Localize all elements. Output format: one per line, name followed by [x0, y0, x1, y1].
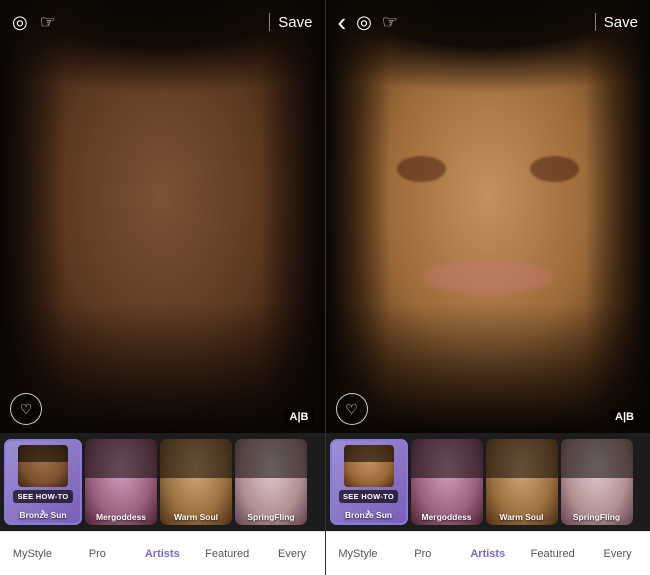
right-carousel-item-spring-fling[interactable]: SpringFling	[561, 439, 633, 525]
right-save-button[interactable]: Save	[604, 14, 638, 31]
right-tab-artists[interactable]: Artists	[455, 548, 520, 560]
right-carousel: SEE HOW-TO › Bronze Sun Mergoddess Warm …	[326, 433, 650, 531]
right-heart-button[interactable]: ♡	[336, 393, 368, 425]
right-carousel-item-warm-soul[interactable]: Warm Soul	[486, 439, 558, 525]
left-save-button[interactable]: Save	[278, 14, 312, 31]
right-hand-icon[interactable]: ☞	[382, 12, 398, 33]
left-spring-fling-label: SpringFling	[235, 512, 307, 522]
right-spring-fling-label: SpringFling	[561, 512, 633, 522]
right-bronze-sun-label: Bronze Sun	[332, 510, 406, 520]
right-back-button[interactable]: ‹	[338, 9, 347, 35]
left-tab-artists[interactable]: Artists	[130, 548, 195, 560]
left-carousel: SEE HOW-TO › Bronze Sun Mergoddess Warm …	[0, 433, 325, 531]
right-mergoddess-label: Mergoddess	[411, 512, 483, 522]
left-tab-every[interactable]: Every	[260, 548, 325, 560]
right-top-bar: ‹ ◎ ☞ Save	[326, 0, 650, 44]
left-tab-mystyle[interactable]: MyStyle	[0, 548, 65, 560]
left-tab-featured[interactable]: Featured	[195, 548, 260, 560]
right-ab-badge[interactable]: A|B	[609, 409, 640, 425]
right-tab-featured[interactable]: Featured	[520, 548, 585, 560]
left-panel: ◎ ☞ Save ♡ A|B	[0, 0, 326, 575]
right-face-icon[interactable]: ◎	[356, 12, 372, 33]
right-tab-every[interactable]: Every	[585, 548, 650, 560]
right-heart-icon: ♡	[345, 401, 358, 418]
left-heart-icon: ♡	[20, 401, 33, 418]
right-warm-soul-label: Warm Soul	[486, 512, 558, 522]
left-face-icon[interactable]: ◎	[12, 12, 28, 33]
left-warm-soul-label: Warm Soul	[160, 512, 232, 522]
right-panel: ‹ ◎ ☞ Save ♡ A|B	[326, 0, 650, 575]
left-carousel-item-warm-soul[interactable]: Warm Soul	[160, 439, 232, 525]
left-ab-badge[interactable]: A|B	[284, 409, 315, 425]
left-tab-bar: MyStyle Pro Artists Featured Every	[0, 531, 325, 575]
left-carousel-item-mergoddess[interactable]: Mergoddess	[85, 439, 157, 525]
right-carousel-item-mergoddess[interactable]: Mergoddess	[411, 439, 483, 525]
right-photo-area: ‹ ◎ ☞ Save ♡ A|B	[326, 0, 650, 433]
left-see-how-to-badge: SEE HOW-TO	[13, 490, 72, 503]
left-tab-pro[interactable]: Pro	[65, 548, 130, 560]
right-carousel-item-bronze-sun[interactable]: SEE HOW-TO › Bronze Sun	[330, 439, 408, 525]
right-tab-mystyle[interactable]: MyStyle	[326, 548, 391, 560]
left-top-bar: ◎ ☞ Save	[0, 0, 325, 44]
left-carousel-item-spring-fling[interactable]: SpringFling	[235, 439, 307, 525]
left-hand-icon[interactable]: ☞	[40, 12, 56, 33]
left-heart-button[interactable]: ♡	[10, 393, 42, 425]
left-carousel-item-bronze-sun[interactable]: SEE HOW-TO › Bronze Sun	[4, 439, 82, 525]
left-mergoddess-label: Mergoddess	[85, 512, 157, 522]
right-tab-pro[interactable]: Pro	[390, 548, 455, 560]
left-photo-area: ◎ ☞ Save ♡ A|B	[0, 0, 325, 433]
right-tab-bar: MyStyle Pro Artists Featured Every	[326, 531, 650, 575]
left-bronze-sun-label: Bronze Sun	[6, 510, 80, 520]
right-see-how-to-badge: SEE HOW-TO	[339, 490, 398, 503]
